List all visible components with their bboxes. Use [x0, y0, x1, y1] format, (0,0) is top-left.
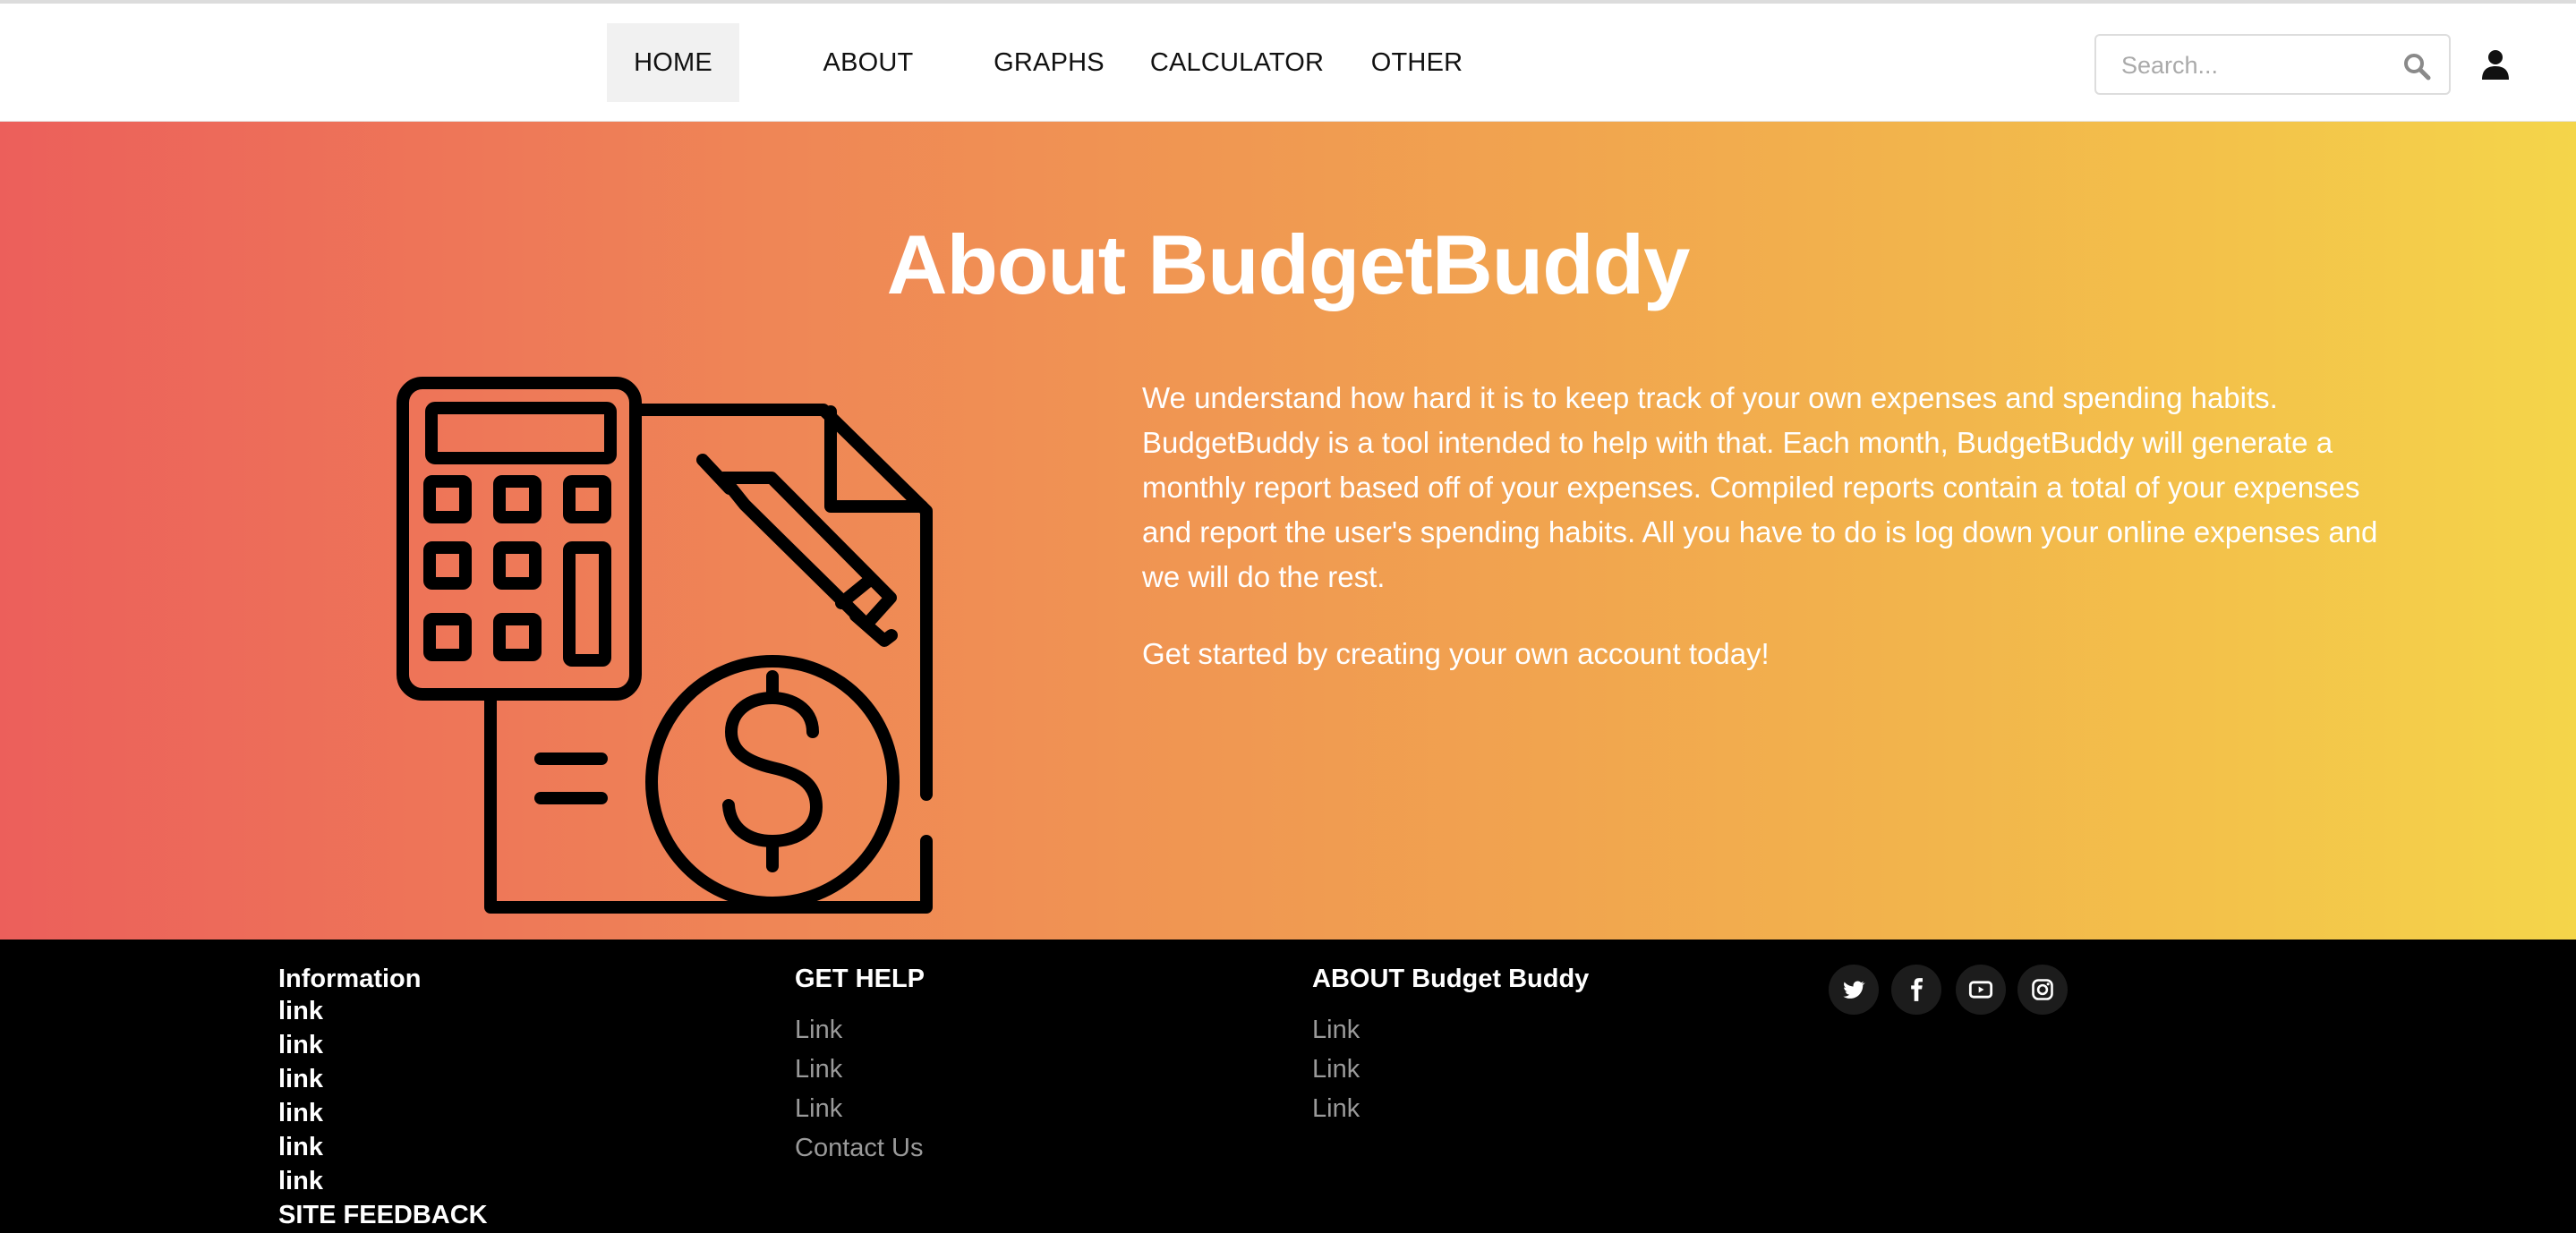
nav-item-calculator[interactable]: CALCULATOR	[1147, 23, 1326, 102]
footer-about-column: ABOUT Budget Buddy Link Link Link	[1312, 965, 1589, 1128]
contact-us-link[interactable]: Contact Us	[795, 1128, 925, 1168]
calculator-document-dollar-icon	[397, 377, 933, 914]
page-title: About BudgetBuddy	[886, 217, 1691, 311]
footer-info-link[interactable]: link	[278, 1096, 488, 1130]
facebook-icon[interactable]	[1891, 965, 1941, 1015]
about-paragraph: We understand how hard it is to keep tra…	[1142, 381, 2378, 593]
site-feedback-link[interactable]: SITE FEEDBACK	[278, 1198, 488, 1232]
footer-about-link[interactable]: Link	[1312, 1089, 1589, 1128]
about-hero-section: About BudgetBuddy We understand how hard…	[0, 122, 2576, 940]
footer-info-link[interactable]: link	[278, 1062, 488, 1096]
user-icon[interactable]	[2479, 48, 2512, 81]
footer-info-link[interactable]: link	[278, 1164, 488, 1198]
footer-heading-about: ABOUT Budget Buddy	[1312, 965, 1590, 993]
search-input[interactable]	[2120, 45, 2392, 86]
nav-item-graphs[interactable]: GRAPHS	[985, 23, 1113, 102]
nav-item-home[interactable]: HOME	[607, 23, 739, 102]
footer-help-link[interactable]: Link	[795, 1010, 925, 1050]
nav-item-other[interactable]: OTHER	[1364, 23, 1470, 102]
search-box	[2094, 34, 2451, 95]
instagram-icon[interactable]	[2017, 965, 2068, 1015]
about-description: We understand how hard it is to keep tra…	[1142, 376, 2395, 709]
site-footer: Information link link link link link lin…	[0, 940, 2576, 1233]
youtube-icon[interactable]	[1956, 965, 2006, 1015]
footer-get-help-column: GET HELP Link Link Link Contact Us	[795, 965, 925, 1168]
footer-about-link[interactable]: Link	[1312, 1050, 1589, 1089]
footer-about-link[interactable]: Link	[1312, 1010, 1589, 1050]
footer-info-link[interactable]: link	[278, 1028, 488, 1062]
footer-help-link[interactable]: Link	[795, 1050, 925, 1089]
footer-heading-information: Information	[278, 965, 422, 993]
twitter-icon[interactable]	[1829, 965, 1879, 1015]
top-navbar: HOME ABOUT GRAPHS CALCULATOR OTHER	[0, 0, 2576, 122]
nav-item-about[interactable]: ABOUT	[806, 23, 931, 102]
footer-help-link[interactable]: Link	[795, 1089, 925, 1128]
footer-heading-get-help: GET HELP	[795, 965, 925, 993]
search-icon[interactable]	[2402, 52, 2431, 81]
footer-info-link[interactable]: link	[278, 994, 488, 1028]
call-to-action-text: Get started by creating your own account…	[1142, 637, 1770, 670]
footer-info-link[interactable]: link	[278, 1130, 488, 1164]
footer-information-column: Information link link link link link lin…	[278, 965, 488, 1232]
